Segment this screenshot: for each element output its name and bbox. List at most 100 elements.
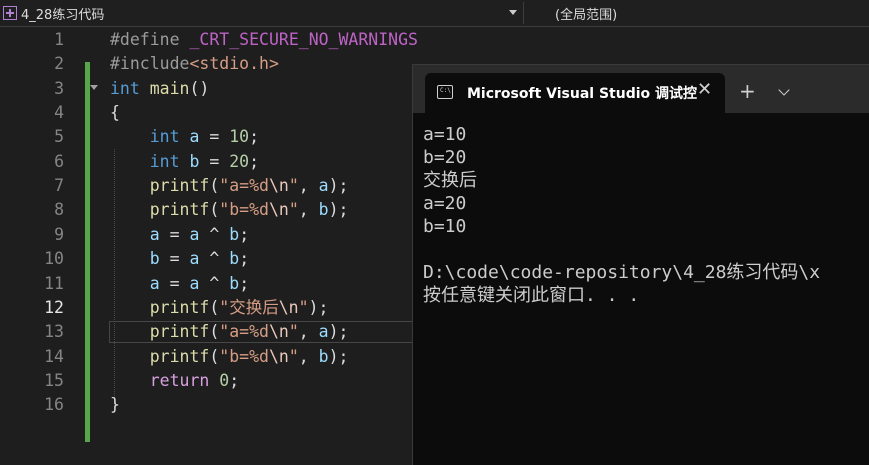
code-token: \n bbox=[268, 322, 289, 342]
line-number: 1 bbox=[54, 30, 64, 49]
console-icon: C:\ bbox=[437, 85, 453, 99]
code-token: ); bbox=[328, 346, 349, 366]
navigation-bar: 4_28练习代码 (全局范围) bbox=[0, 0, 869, 27]
code-token: "a=%d bbox=[219, 176, 269, 196]
code-token: printf bbox=[149, 297, 210, 317]
console-titlebar: C:\ Microsoft Visual Studio 调试控 ✕ + bbox=[413, 65, 869, 113]
code-token: = bbox=[199, 151, 230, 171]
code-token: ^ bbox=[199, 249, 230, 269]
code-token: ); bbox=[328, 200, 349, 220]
code-token: b bbox=[229, 249, 240, 269]
code-text: #include<stdio.h> bbox=[110, 52, 279, 76]
code-token: a bbox=[189, 127, 200, 147]
code-token: a bbox=[149, 273, 160, 293]
code-token: ); bbox=[328, 322, 349, 342]
code-token: ( bbox=[209, 297, 220, 317]
close-icon[interactable]: ✕ bbox=[697, 81, 712, 99]
code-token: printf bbox=[149, 200, 210, 220]
chevron-down-icon[interactable] bbox=[778, 84, 790, 96]
code-token: printf bbox=[149, 176, 210, 196]
fold-chevron-icon[interactable] bbox=[90, 84, 98, 90]
new-tab-button[interactable]: + bbox=[739, 81, 756, 101]
code-token: = bbox=[159, 224, 190, 244]
code-text: #define _CRT_SECURE_NO_WARNINGS bbox=[110, 28, 418, 52]
code-token: b bbox=[149, 249, 160, 269]
code-token: " bbox=[288, 322, 299, 342]
console-output-line: b=10 bbox=[423, 216, 467, 237]
console-output-line: D:\code\code-repository\4_28练习代码\x bbox=[423, 262, 821, 283]
project-icon bbox=[3, 6, 17, 20]
code-token: ( bbox=[209, 346, 220, 366]
console-output-line: 交换后 bbox=[423, 170, 477, 191]
code-text: printf("a=%d\n", a); bbox=[110, 174, 349, 198]
code-token: { bbox=[110, 103, 120, 123]
code-text: printf("b=%d\n", b); bbox=[110, 345, 349, 369]
code-token: ); bbox=[328, 176, 349, 196]
code-text: printf("a=%d\n", a); bbox=[110, 320, 349, 344]
console-output-line: 按任意键关闭此窗口. . . bbox=[423, 285, 640, 306]
code-token: ( bbox=[209, 200, 220, 220]
code-token: \n bbox=[268, 200, 289, 220]
chevron-down-icon[interactable] bbox=[509, 10, 517, 15]
code-text: return 0; bbox=[110, 369, 239, 393]
project-name: 4_28练习代码 bbox=[21, 7, 105, 23]
code-token: b bbox=[229, 273, 240, 293]
code-token: #include bbox=[110, 54, 190, 74]
line-number: 11 bbox=[44, 273, 64, 293]
line-number: 7 bbox=[54, 176, 64, 196]
project-dropdown[interactable]: 4_28练习代码 bbox=[0, 2, 524, 24]
line-number: 2 bbox=[54, 54, 64, 74]
code-token: 10 bbox=[229, 127, 250, 147]
code-token: , bbox=[298, 346, 319, 366]
line-number: 16 bbox=[44, 395, 64, 415]
code-text: b = a ^ b; bbox=[110, 247, 249, 271]
code-token: = bbox=[159, 249, 190, 269]
code-token: \n bbox=[268, 176, 289, 196]
code-token: \n bbox=[278, 297, 299, 317]
code-line[interactable]: 1 #define _CRT_SECURE_NO_WARNINGS bbox=[0, 28, 869, 52]
code-token: 0 bbox=[219, 370, 230, 390]
code-token: ; bbox=[229, 370, 240, 390]
line-number: 6 bbox=[54, 151, 64, 171]
code-token: printf bbox=[149, 346, 210, 366]
console-tab[interactable]: C:\ Microsoft Visual Studio 调试控 ✕ bbox=[425, 73, 725, 113]
code-token: = bbox=[159, 273, 190, 293]
code-token: int bbox=[149, 151, 190, 171]
code-text: } bbox=[110, 393, 120, 417]
code-token: ; bbox=[239, 224, 250, 244]
scope-label: (全局范围) bbox=[555, 7, 618, 23]
console-output: a=10 b=20 交换后 a=20 b=10 D:\code\code-reposito… bbox=[423, 123, 820, 307]
code-text: a = a ^ b; bbox=[110, 272, 249, 296]
code-text: int a = 10; bbox=[110, 125, 259, 149]
code-token: "b=%d bbox=[219, 346, 269, 366]
scope-dropdown[interactable]: (全局范围) bbox=[526, 2, 869, 24]
code-text: int main() bbox=[110, 77, 209, 101]
code-token: ; bbox=[239, 249, 250, 269]
code-text: { bbox=[110, 101, 120, 125]
line-number: 14 bbox=[44, 346, 64, 366]
console-output-line: b=20 bbox=[423, 147, 467, 168]
code-token: " bbox=[288, 346, 299, 366]
code-token: } bbox=[110, 395, 120, 415]
code-token: = bbox=[199, 127, 230, 147]
code-token: <stdio.h> bbox=[189, 54, 279, 74]
code-token: , bbox=[298, 200, 319, 220]
code-text: a = a ^ b; bbox=[110, 223, 249, 247]
code-token: main bbox=[149, 78, 190, 98]
code-token: () bbox=[189, 78, 210, 98]
line-number: 15 bbox=[44, 370, 64, 390]
code-token: ( bbox=[209, 322, 220, 342]
code-token: , bbox=[298, 176, 319, 196]
code-token: \n bbox=[268, 346, 289, 366]
code-text: int b = 20; bbox=[110, 150, 259, 174]
debug-console-window[interactable]: C:\ Microsoft Visual Studio 调试控 ✕ + a=10… bbox=[412, 64, 869, 465]
